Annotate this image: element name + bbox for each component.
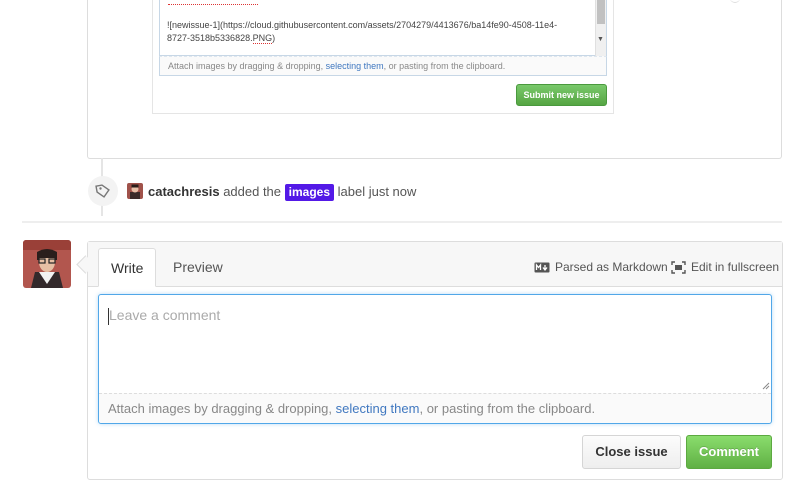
event-suffix-text: label just now: [337, 184, 417, 199]
timeline-divider: [22, 221, 782, 223]
tab-preview[interactable]: Preview: [161, 248, 235, 286]
fullscreen-icon: [671, 260, 686, 274]
embedded-submit-button: Submit new issue: [516, 84, 607, 106]
fullscreen-label: Edit in fullscreen: [691, 260, 780, 274]
event-action-text: added the: [223, 184, 282, 199]
comment-button[interactable]: Comment: [686, 435, 772, 469]
scroll-down-arrow-icon: ▼: [597, 36, 604, 43]
images-label-badge[interactable]: images: [284, 184, 335, 201]
current-user-avatar[interactable]: [23, 240, 71, 288]
fullscreen-toggle[interactable]: Edit in fullscreen: [671, 259, 779, 275]
comment-textarea[interactable]: [99, 295, 771, 392]
event-author-link[interactable]: catachresis: [148, 184, 220, 199]
tab-write[interactable]: Write: [98, 248, 156, 287]
event-author-avatar[interactable]: [127, 183, 143, 199]
embedded-scrollbar: ▼: [595, 0, 606, 56]
attach-images-bar: Attach images by dragging & dropping, se…: [99, 393, 771, 423]
markdown-note-label: Parsed as Markdown: [555, 260, 668, 274]
label-event-text: catachresis added the images label just …: [148, 183, 416, 201]
close-issue-button[interactable]: Close issue: [582, 435, 681, 469]
text-caret: [108, 308, 109, 325]
embedded-markdown-text: ![newissue-1](https://cloud.githubuserco…: [167, 20, 558, 44]
tag-icon: [88, 176, 118, 206]
markdown-icon: [534, 262, 550, 272]
markdown-help-link[interactable]: Parsed as Markdown: [534, 259, 668, 275]
embedded-issue-textarea: ![newissue-1](https://cloud.githubuserco…: [159, 0, 607, 56]
select-files-link[interactable]: selecting them: [336, 401, 420, 416]
resize-grip-icon[interactable]: [760, 380, 770, 390]
embedded-attach-bar: Attach images by dragging & dropping, se…: [159, 56, 607, 76]
embedded-scrollbar-thumb: [597, 0, 605, 24]
spellcheck-underline: [168, 0, 258, 5]
